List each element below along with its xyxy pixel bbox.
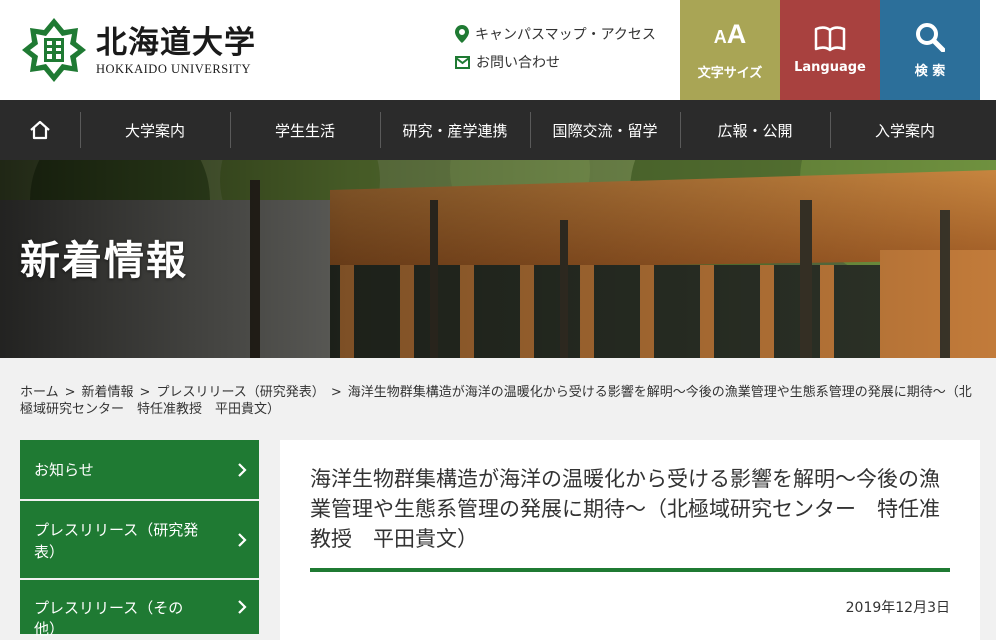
map-pin-icon <box>455 25 469 43</box>
search-icon <box>916 22 945 52</box>
hero-banner: 新着情報 <box>0 160 996 358</box>
logo-english-name: HOKKAIDO UNIVERSITY <box>96 61 251 76</box>
sidebar-item-label: プレスリリース（研究発表） <box>34 521 199 561</box>
nav-item-student-life[interactable]: 学生生活 <box>230 100 380 160</box>
language-button[interactable]: Language <box>780 0 880 100</box>
search-label: 検 索 <box>914 63 946 79</box>
nav-item-about[interactable]: 大学案内 <box>80 100 230 160</box>
campus-map-label: キャンパスマップ・アクセス <box>475 27 656 43</box>
language-label: Language <box>794 59 866 75</box>
sidebar-item-press-research[interactable]: プレスリリース（研究発表） <box>20 501 259 580</box>
search-button[interactable]: 検 索 <box>880 0 980 100</box>
title-divider <box>310 568 950 572</box>
home-icon <box>30 120 50 140</box>
article-date: 2019年12月3日 <box>845 600 950 616</box>
logo-japanese-name: 北海道大学 <box>96 24 256 61</box>
breadcrumb-news[interactable]: 新着情報 <box>82 385 134 400</box>
breadcrumb-separator: > <box>139 385 151 400</box>
book-icon <box>814 25 846 51</box>
article-panel: 海洋生物群集構造が海洋の温暖化から受ける影響を解明〜今後の漁業管理や生態系管理の… <box>280 440 980 640</box>
breadcrumb-separator: > <box>330 385 342 400</box>
mail-icon <box>455 55 470 69</box>
sidebar-item-label: プレスリリース（その他） <box>34 599 184 638</box>
sidebar-item-press-other[interactable]: プレスリリース（その他） <box>20 580 259 638</box>
nav-home-button[interactable] <box>0 100 80 160</box>
nav-item-international[interactable]: 国際交流・留学 <box>530 100 680 160</box>
chevron-right-icon <box>238 462 247 477</box>
contact-link[interactable]: お問い合わせ <box>455 48 670 76</box>
utility-links: キャンパスマップ・アクセス お問い合わせ <box>455 20 670 76</box>
page-title: 新着情報 <box>20 238 188 284</box>
breadcrumb-press[interactable]: プレスリリース（研究発表） <box>156 385 324 400</box>
nav-item-research[interactable]: 研究・産学連携 <box>380 100 530 160</box>
chevron-right-icon <box>238 532 247 547</box>
sidebar-item-label: お知らせ <box>34 461 94 479</box>
font-size-label: 文字サイズ <box>697 66 763 81</box>
university-emblem-icon <box>22 18 86 82</box>
nav-item-admissions[interactable]: 入学案内 <box>830 100 980 160</box>
sidebar-nav: お知らせ プレスリリース（研究発表） プレスリリース（その他） <box>20 440 259 638</box>
campus-map-link[interactable]: キャンパスマップ・アクセス <box>455 20 670 48</box>
global-nav: 大学案内 学生生活 研究・産学連携 国際交流・留学 広報・公開 入学案内 <box>0 100 996 160</box>
site-header: 北海道大学 HOKKAIDO UNIVERSITY キャンパスマップ・アクセス … <box>0 0 996 100</box>
breadcrumb-home[interactable]: ホーム <box>20 385 59 400</box>
breadcrumb: ホーム > 新着情報 > プレスリリース（研究発表） > 海洋生物群集構造が海洋の温暖化から… <box>20 384 980 418</box>
breadcrumb-separator: > <box>64 385 76 400</box>
nav-item-public-relations[interactable]: 広報・公開 <box>680 100 830 160</box>
contact-label: お問い合わせ <box>476 55 560 71</box>
chevron-right-icon <box>238 600 247 614</box>
font-size-icon: AA <box>713 19 747 49</box>
article-title: 海洋生物群集構造が海洋の温暖化から受ける影響を解明〜今後の漁業管理や生態系管理の… <box>310 467 940 551</box>
font-size-button[interactable]: AA 文字サイズ <box>680 0 780 100</box>
sidebar-item-news[interactable]: お知らせ <box>20 440 259 501</box>
university-logo[interactable]: 北海道大学 HOKKAIDO UNIVERSITY <box>20 14 260 86</box>
